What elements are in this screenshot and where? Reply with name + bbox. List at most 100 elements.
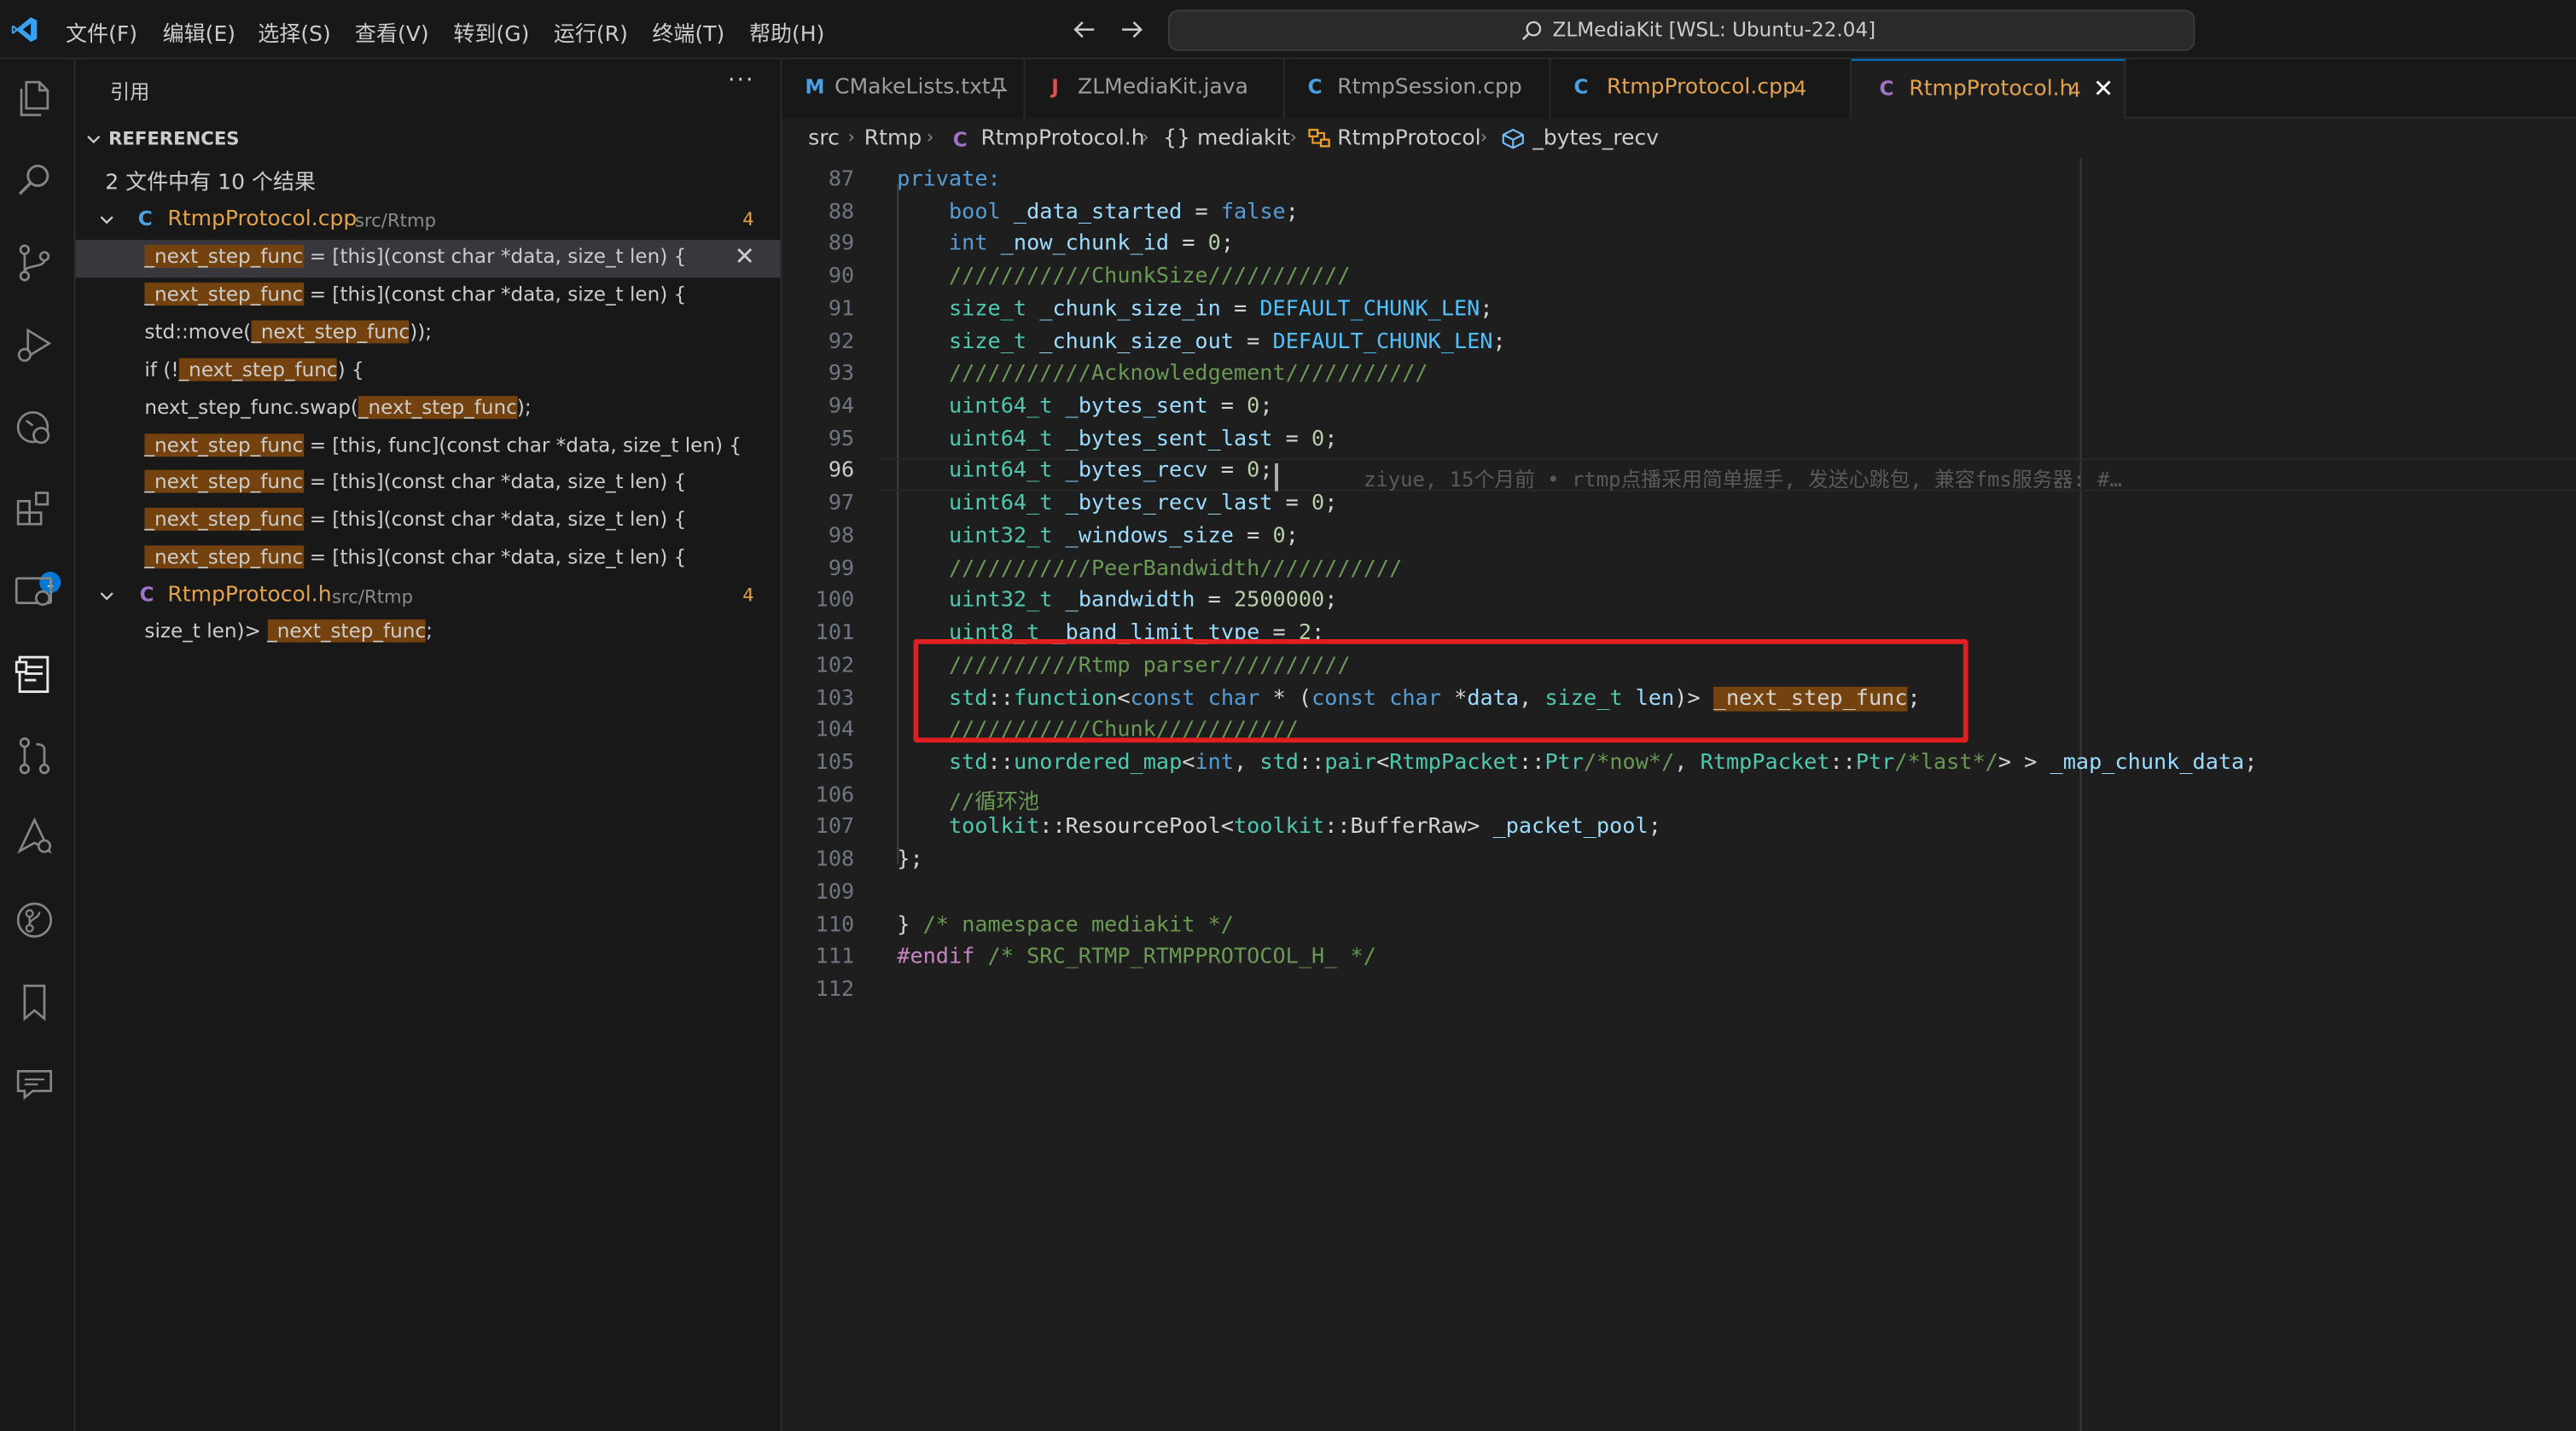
reference-item[interactable]: _next_step_func = [this](const char *dat… [76, 503, 781, 541]
reference-match-highlight: _next_step_func [144, 545, 304, 569]
code-line: uint32_t _windows_size = 0; [897, 524, 1299, 549]
code-token: ///////////PeerBandwidth/////////// [949, 556, 1403, 581]
code-token: ; [1324, 427, 1338, 452]
pull-request-icon[interactable] [11, 733, 57, 779]
file-group-rtmpprotocol-cpp[interactable]: C RtmpProtocol.cpp src/Rtmp 4 [76, 202, 782, 238]
reference-prefix: size_t len)> [144, 619, 268, 643]
reference-item[interactable]: std::move(_next_step_func)); [76, 315, 781, 352]
code-editor[interactable]: 87 private: 88 bool _data_started = false;… [782, 157, 2576, 1431]
tab-rtmpprotocol-h[interactable]: C RtmpProtocol.h 4 ✕ [1851, 59, 2126, 119]
code-token: :: [1298, 750, 1325, 776]
reference-text: _next_step_func = [this](const char *dat… [144, 545, 686, 569]
reference-item[interactable]: _next_step_func = [this, func](const cha… [76, 428, 781, 466]
code-token: _bytes_sent_last [1052, 427, 1273, 452]
line-number: 95 [828, 427, 855, 452]
code-line: ///////////PeerBandwidth/////////// [897, 556, 1402, 581]
menu-view[interactable]: 查看(V) [355, 16, 429, 48]
reference-item[interactable]: next_step_func.swap(_next_step_func); [76, 390, 781, 428]
chevron-down-icon[interactable] [99, 212, 115, 228]
reference-item[interactable]: _next_step_func = [this](const char *dat… [75, 240, 781, 278]
breadcrumb-item[interactable]: RtmpProtocol [1337, 126, 1480, 151]
chevron-down-icon[interactable] [99, 588, 115, 604]
code-token: = [1207, 394, 1247, 420]
code-token: false [1220, 200, 1286, 225]
cpp-file-icon: C [1573, 75, 1589, 99]
reference-text: _next_step_func = [this](const char *dat… [144, 470, 687, 494]
file-group-rtmpprotocol-h[interactable]: C RtmpProtocol.h src/Rtmp 4 [76, 579, 782, 614]
run-debug-icon[interactable] [11, 322, 57, 368]
line-number: 99 [828, 556, 855, 581]
dismiss-reference-icon[interactable]: ✕ [735, 241, 755, 271]
remote-window-icon[interactable] [11, 568, 57, 614]
breadcrumb-item[interactable]: _bytes_recv [1532, 126, 1659, 151]
reference-suffix: = [this](const char *data, size_t len) { [303, 470, 687, 494]
breadcrumb-item[interactable]: {} mediakit [1163, 126, 1290, 151]
vscode-window: 文件(F) 编辑(E) 选择(S) 查看(V) 转到(G) 运行(R) 终端(T… [0, 0, 2576, 1431]
menu-run[interactable]: 运行(R) [554, 16, 628, 48]
forward-arrow-icon[interactable] [1120, 18, 1143, 41]
references-icon[interactable] [11, 650, 57, 696]
code-line: private: [897, 167, 1000, 192]
code-token: ; [1480, 297, 1493, 323]
code-token: _bytes_recv_last [1052, 492, 1273, 516]
menu-edit[interactable]: 编辑(E) [163, 16, 236, 48]
code-token: _bytes_sent [1052, 394, 1208, 420]
search-icon[interactable] [11, 158, 57, 204]
line-number: 112 [815, 977, 855, 1003]
code-token: _packet_pool [1492, 815, 1649, 841]
breadcrumb-separator-icon: › [1289, 126, 1297, 148]
deploy-icon[interactable] [11, 815, 57, 861]
code-line: }; [897, 848, 922, 873]
tab-rtmpsession-cpp[interactable]: C RtmpSession.cpp [1284, 59, 1551, 119]
menu-selection[interactable]: 选择(S) [258, 16, 330, 48]
more-actions-icon[interactable]: ··· [728, 67, 754, 94]
menu-terminal[interactable]: 终端(T) [652, 16, 724, 48]
code-token: private: [897, 167, 1001, 193]
line-number: 106 [815, 782, 855, 808]
pin-icon[interactable] [989, 77, 1009, 100]
breadcrumb-item[interactable]: src [808, 126, 840, 151]
line-number: 87 [828, 167, 855, 193]
reference-text: size_t len)> _next_step_func; [144, 619, 433, 643]
tab-cmakelists[interactable]: M CMakeLists.txt [782, 59, 1026, 119]
code-line: uint64_t _bytes_sent = 0; [897, 394, 1273, 420]
reference-item[interactable]: if (!_next_step_func) { [76, 352, 781, 390]
explorer-icon[interactable] [11, 76, 57, 122]
extensions-icon[interactable] [11, 486, 57, 532]
code-token: 0 [1207, 232, 1221, 258]
menu-help[interactable]: 帮助(H) [749, 16, 824, 48]
remote-explorer-icon[interactable] [11, 404, 57, 451]
tab-rtmpprotocol-cpp[interactable]: C RtmpProtocol.cpp 4 [1550, 59, 1852, 119]
breadcrumb-item[interactable]: RtmpProtocol.h [980, 126, 1144, 151]
line-number: 96 [828, 459, 855, 484]
reference-item[interactable]: _next_step_func = [this](const char *dat… [76, 541, 781, 579]
git-graph-icon[interactable] [11, 897, 57, 943]
comments-icon[interactable] [11, 1062, 57, 1108]
command-center-search[interactable]: ZLMediaKit [WSL: Ubuntu-22.04] [1167, 9, 2195, 51]
breadcrumb-item[interactable]: Rtmp [864, 126, 922, 151]
back-arrow-icon[interactable] [1073, 18, 1096, 41]
code-token: > > [1997, 750, 2050, 776]
vscode-logo-icon [11, 17, 38, 43]
tab-problem-badge: 4 [2068, 79, 2081, 102]
line-number: 97 [828, 492, 855, 516]
code-token: ; [1259, 394, 1273, 420]
reference-item[interactable]: _next_step_func = [this](const char *dat… [76, 466, 781, 503]
code-token: _map_chunk_data [2050, 750, 2245, 776]
menu-go[interactable]: 转到(G) [453, 16, 529, 48]
reference-item[interactable]: size_t len)> _next_step_func; [76, 614, 781, 652]
tab-close-icon[interactable]: ✕ [2093, 74, 2114, 104]
breadcrumb-separator-icon: › [1142, 126, 1149, 148]
source-control-icon[interactable] [11, 240, 57, 286]
bookmark-icon[interactable] [11, 980, 57, 1026]
breadcrumb-separator-icon: › [847, 126, 855, 148]
tab-zlmediakit-java[interactable]: J ZLMediaKit.java [1025, 59, 1285, 119]
file-result-count: 4 [742, 208, 754, 230]
reference-item[interactable]: _next_step_func = [this](const char *dat… [76, 277, 781, 315]
chevron-down-icon[interactable] [85, 131, 102, 148]
code-line: int _now_chunk_id = 0; [897, 232, 1234, 257]
menu-file[interactable]: 文件(F) [66, 16, 137, 48]
code-token: int [1195, 750, 1235, 776]
references-section-header[interactable]: REFERENCES [108, 128, 239, 149]
code-line: } /* namespace mediakit */ [897, 913, 1234, 938]
